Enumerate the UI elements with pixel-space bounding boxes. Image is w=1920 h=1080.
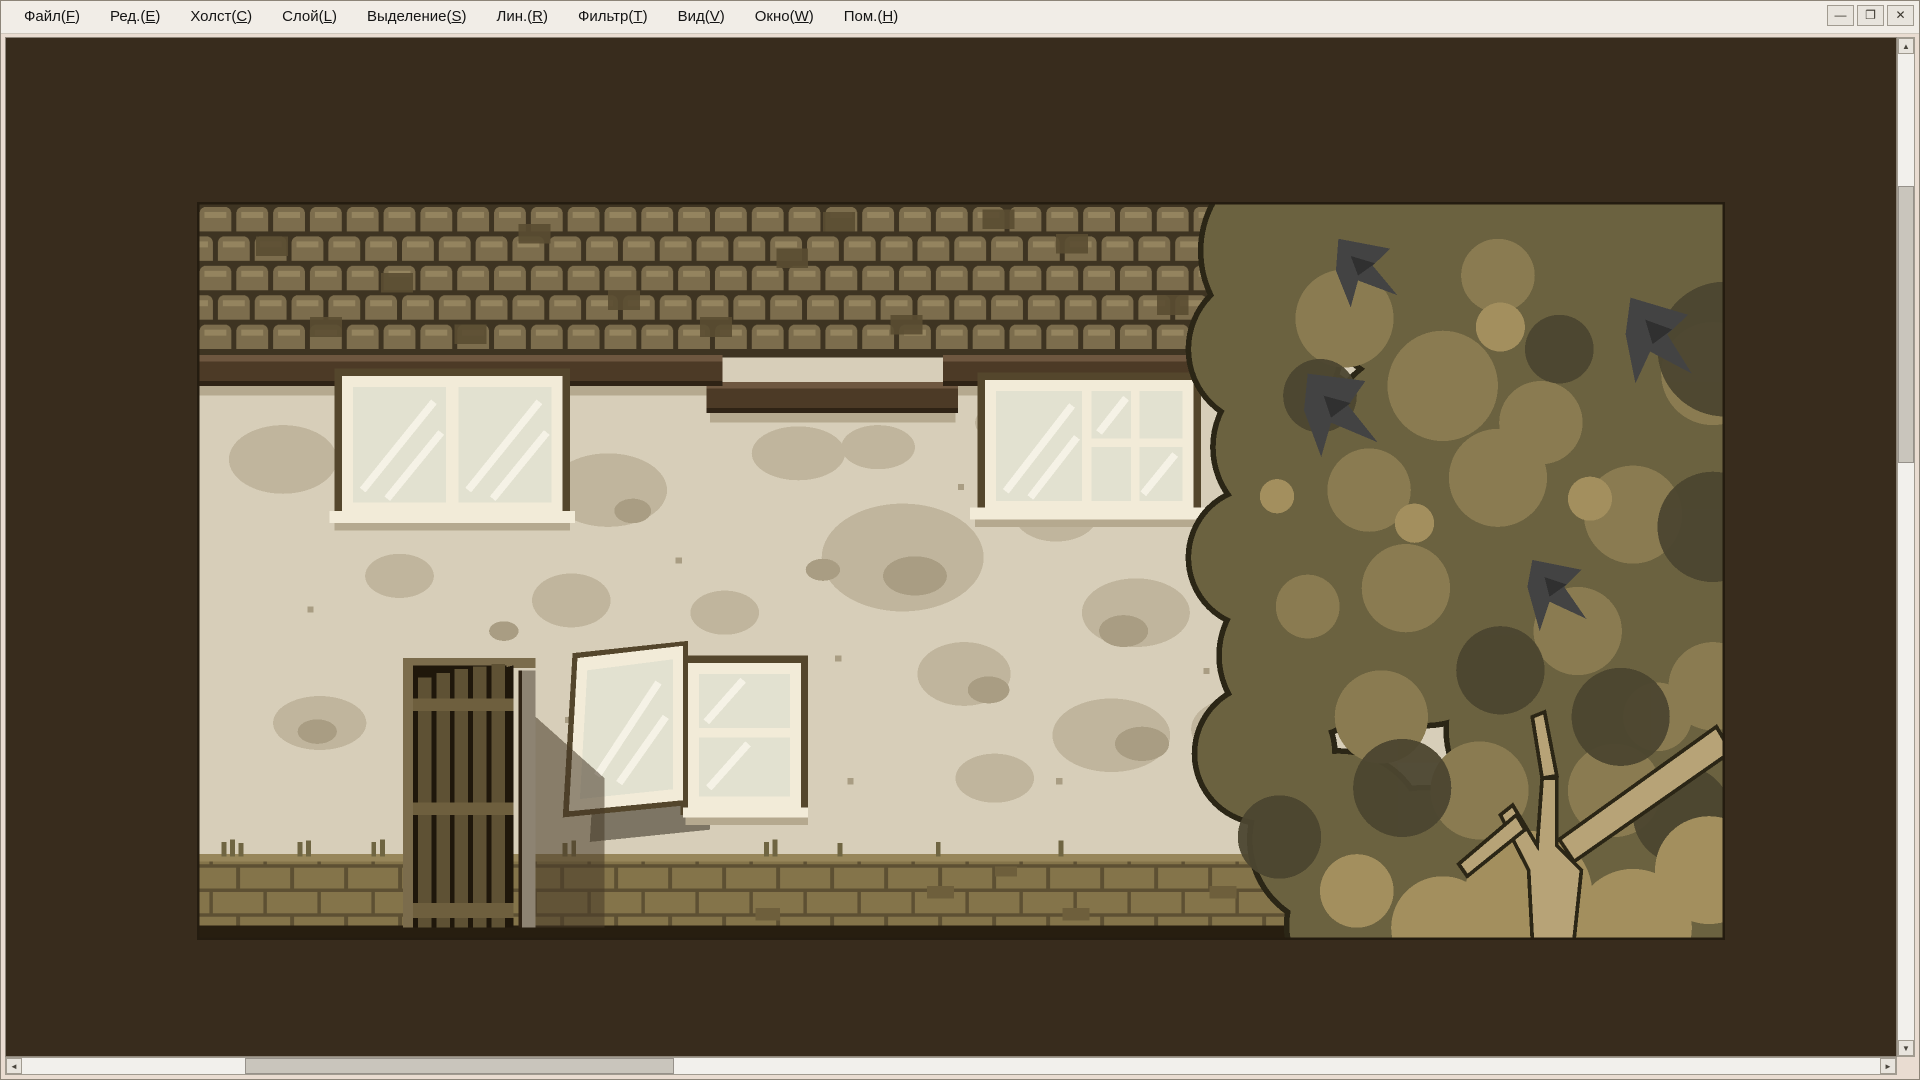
menu-item-selection[interactable]: Выделение(S) bbox=[352, 1, 482, 33]
horizontal-scroll-track[interactable] bbox=[22, 1058, 1880, 1074]
minimize-button[interactable]: — bbox=[1827, 5, 1854, 26]
menu-item-window[interactable]: Окно(W) bbox=[740, 1, 829, 33]
window-upper-right bbox=[970, 372, 1208, 526]
arrow-left-icon: ◄ bbox=[10, 1062, 18, 1071]
minimize-icon: — bbox=[1835, 8, 1847, 22]
menu-item-line[interactable]: Лин.(R) bbox=[481, 1, 563, 33]
menu-item-help[interactable]: Пом.(H) bbox=[829, 1, 913, 33]
arrow-down-icon: ▼ bbox=[1902, 1044, 1910, 1053]
restore-icon: ❐ bbox=[1865, 8, 1876, 22]
canvas-viewport[interactable] bbox=[5, 37, 1897, 1057]
scroll-right-button[interactable]: ► bbox=[1880, 1058, 1896, 1074]
tree bbox=[1191, 202, 1725, 940]
roof bbox=[197, 202, 1277, 358]
scroll-down-button[interactable]: ▼ bbox=[1898, 1040, 1914, 1056]
horizontal-scrollbar: ◄ ► bbox=[5, 1057, 1897, 1075]
close-button[interactable]: ✕ bbox=[1887, 5, 1914, 26]
menu-item-edit[interactable]: Ред.(E) bbox=[95, 1, 175, 33]
menu-item-view[interactable]: Вид(V) bbox=[663, 1, 740, 33]
menubar: Файл(F) Ред.(E) Холст(C) Слой(L) Выделен… bbox=[1, 1, 1919, 34]
app-window: Файл(F) Ред.(E) Холст(C) Слой(L) Выделен… bbox=[0, 0, 1920, 1080]
close-icon: ✕ bbox=[1895, 8, 1905, 22]
window-controls: — ❐ ✕ bbox=[1827, 5, 1914, 26]
scroll-left-button[interactable]: ◄ bbox=[6, 1058, 22, 1074]
vertical-scroll-thumb[interactable] bbox=[1898, 186, 1914, 463]
menu-item-file[interactable]: Файл(F) bbox=[9, 1, 95, 33]
vertical-scrollbar: ▲ ▼ bbox=[1897, 37, 1915, 1057]
gate-leaf bbox=[413, 664, 514, 928]
scroll-up-button[interactable]: ▲ bbox=[1898, 38, 1914, 54]
window-upper-left bbox=[330, 369, 575, 531]
menu-item-canvas[interactable]: Холст(C) bbox=[175, 1, 267, 33]
vertical-scroll-track[interactable] bbox=[1898, 54, 1914, 1040]
menu-item-layer[interactable]: Слой(L) bbox=[267, 1, 352, 33]
artwork-image bbox=[197, 202, 1725, 940]
restore-button[interactable]: ❐ bbox=[1857, 5, 1884, 26]
scrollbar-corner bbox=[1897, 1057, 1915, 1075]
menu-item-filter[interactable]: Фильтр(T) bbox=[563, 1, 663, 33]
arrow-right-icon: ► bbox=[1884, 1062, 1892, 1071]
arrow-up-icon: ▲ bbox=[1902, 42, 1910, 51]
main-area: ▲ ▼ ◄ ► bbox=[1, 33, 1919, 1079]
horizontal-scroll-thumb[interactable] bbox=[245, 1058, 674, 1074]
